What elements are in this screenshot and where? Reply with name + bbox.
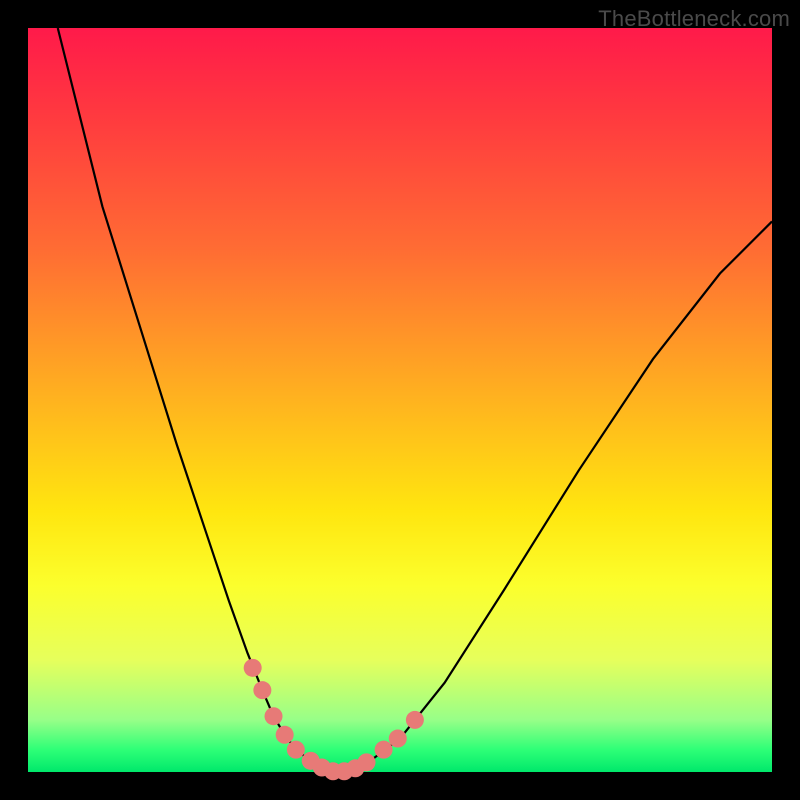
watermark-text: TheBottleneck.com — [598, 6, 790, 32]
curve-markers — [244, 659, 424, 780]
data-marker — [244, 659, 262, 677]
data-marker — [358, 753, 376, 771]
data-marker — [265, 707, 283, 725]
data-marker — [375, 741, 393, 759]
data-marker — [276, 726, 294, 744]
bottleneck-curve — [58, 28, 772, 772]
data-marker — [287, 741, 305, 759]
data-marker — [389, 730, 407, 748]
chart-svg — [28, 28, 772, 772]
data-marker — [253, 681, 271, 699]
data-marker — [406, 711, 424, 729]
chart-frame — [28, 28, 772, 772]
